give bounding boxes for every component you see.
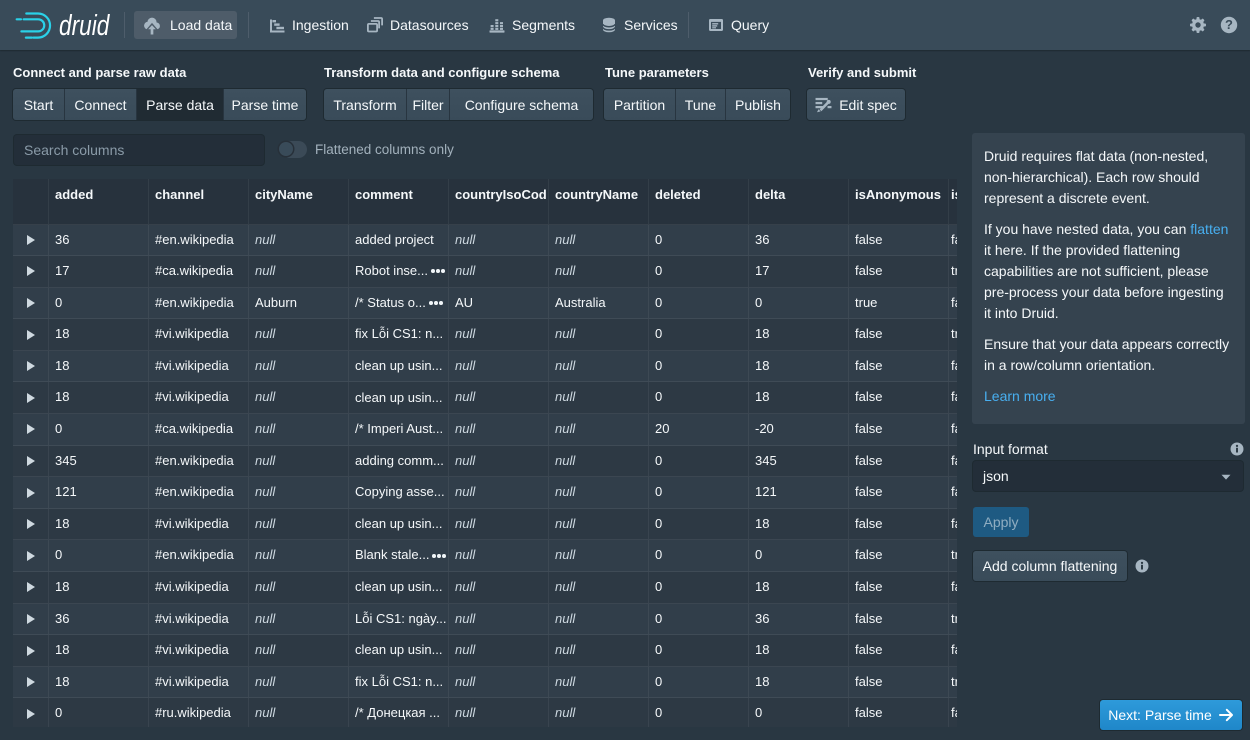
svg-text:?: ?	[1225, 17, 1233, 32]
